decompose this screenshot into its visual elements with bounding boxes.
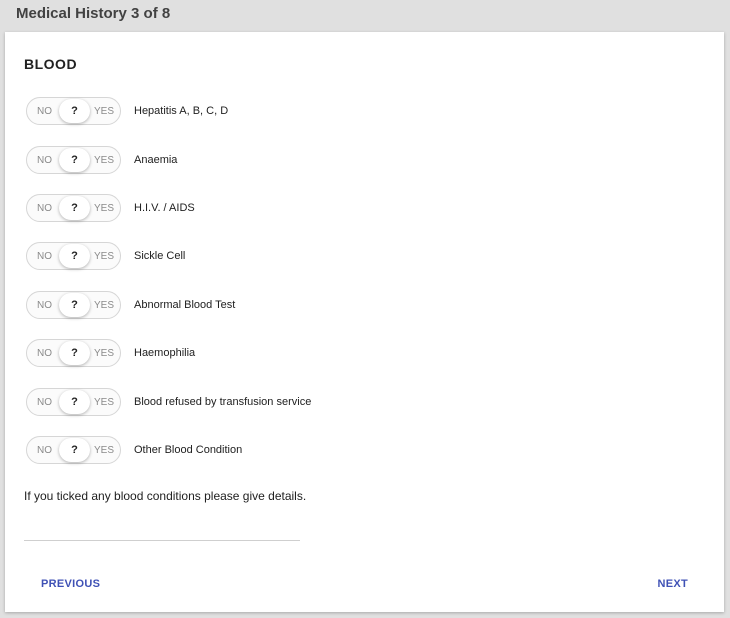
toggle-knob[interactable]: ? <box>59 244 90 269</box>
toggle-yes-option[interactable]: YES <box>94 251 114 262</box>
tri-state-toggle[interactable]: NO ? YES <box>26 242 121 271</box>
previous-button[interactable]: PREVIOUS <box>41 578 100 590</box>
toggle-knob[interactable]: ? <box>59 341 90 366</box>
condition-label: Hepatitis A, B, C, D <box>134 105 229 118</box>
details-input[interactable] <box>24 512 300 541</box>
toggle-knob[interactable]: ? <box>59 99 90 124</box>
toggle-yes-option[interactable]: YES <box>94 445 114 456</box>
tri-state-toggle[interactable]: NO ? YES <box>26 290 121 319</box>
condition-row-haemophilia: NO ? YES Haemophilia <box>26 329 311 377</box>
toggle-knob[interactable]: ? <box>59 437 90 462</box>
tri-state-toggle[interactable]: NO ? YES <box>26 193 121 222</box>
section-title: BLOOD <box>24 56 78 72</box>
toggle-yes-option[interactable]: YES <box>94 348 114 359</box>
tri-state-toggle[interactable]: NO ? YES <box>26 339 121 368</box>
toggle-no-option[interactable]: NO <box>37 348 52 359</box>
condition-label: Anaemia <box>134 153 178 166</box>
toggle-knob[interactable]: ? <box>59 292 90 317</box>
toggle-knob[interactable]: ? <box>59 389 90 414</box>
toggle-no-option[interactable]: NO <box>37 155 52 166</box>
condition-row-abnormal-blood-test: NO ? YES Abnormal Blood Test <box>26 281 311 329</box>
next-button[interactable]: NEXT <box>657 578 688 590</box>
condition-label: Haemophilia <box>134 347 196 360</box>
toggle-no-option[interactable]: NO <box>37 251 52 262</box>
condition-label: Blood refused by transfusion service <box>134 395 312 408</box>
toggle-yes-option[interactable]: YES <box>94 155 114 166</box>
condition-row-sickle-cell: NO ? YES Sickle Cell <box>26 232 311 280</box>
condition-label: Other Blood Condition <box>134 443 243 456</box>
toggle-no-option[interactable]: NO <box>37 300 52 311</box>
page-title: Medical History 3 of 8 <box>16 5 171 22</box>
condition-label: H.I.V. / AIDS <box>134 201 195 214</box>
condition-row-hepatitis: NO ? YES Hepatitis A, B, C, D <box>26 87 311 135</box>
condition-label: Sickle Cell <box>134 250 186 263</box>
toggle-no-option[interactable]: NO <box>37 397 52 408</box>
details-prompt: If you ticked any blood conditions pleas… <box>24 489 307 503</box>
toggle-knob[interactable]: ? <box>59 195 90 220</box>
toggle-yes-option[interactable]: YES <box>94 397 114 408</box>
condition-list: NO ? YES Hepatitis A, B, C, D NO ? YES A… <box>26 87 311 474</box>
condition-label: Abnormal Blood Test <box>134 298 236 311</box>
form-card: BLOOD NO ? YES Hepatitis A, B, C, D NO ?… <box>5 32 724 612</box>
toggle-yes-option[interactable]: YES <box>94 300 114 311</box>
tri-state-toggle[interactable]: NO ? YES <box>26 97 121 126</box>
toggle-knob[interactable]: ? <box>59 147 90 172</box>
condition-row-anaemia: NO ? YES Anaemia <box>26 135 311 183</box>
toggle-no-option[interactable]: NO <box>37 445 52 456</box>
condition-row-hiv-aids: NO ? YES H.I.V. / AIDS <box>26 184 311 232</box>
toggle-no-option[interactable]: NO <box>37 106 52 117</box>
condition-row-blood-refused: NO ? YES Blood refused by transfusion se… <box>26 377 311 425</box>
page-header: Medical History 3 of 8 <box>0 0 730 32</box>
tri-state-toggle[interactable]: NO ? YES <box>26 435 121 464</box>
tri-state-toggle[interactable]: NO ? YES <box>26 145 121 174</box>
toggle-no-option[interactable]: NO <box>37 203 52 214</box>
toggle-yes-option[interactable]: YES <box>94 106 114 117</box>
condition-row-other: NO ? YES Other Blood Condition <box>26 426 311 474</box>
tri-state-toggle[interactable]: NO ? YES <box>26 387 121 416</box>
toggle-yes-option[interactable]: YES <box>94 203 114 214</box>
